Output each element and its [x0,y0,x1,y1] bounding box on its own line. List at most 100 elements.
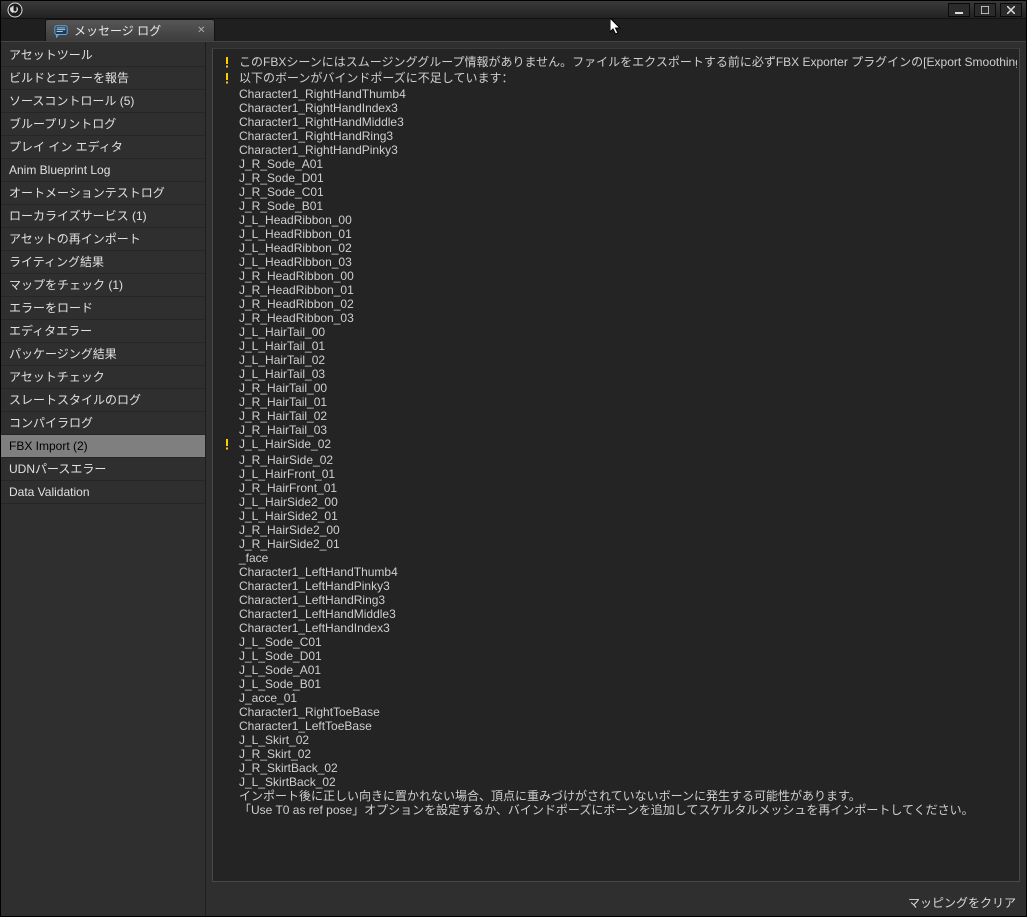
log-row[interactable]: Character1_RightToeBase [221,705,1017,719]
log-row[interactable]: J_R_HairFront_01 [221,481,1017,495]
log-row[interactable]: インポート後に正しい向きに置かれない場合、頂点に重みづけがされていないボーンに発… [221,789,1017,803]
log-text: J_R_Skirt_02 [239,747,311,761]
sidebar-item[interactable]: UDNパースエラー [1,458,205,481]
log-row[interactable]: Character1_LeftHandIndex3 [221,621,1017,635]
sidebar-item[interactable]: アセットチェック [1,366,205,389]
log-row[interactable]: J_L_Sode_A01 [221,663,1017,677]
sidebar-item[interactable]: パッケージング結果 [1,343,205,366]
footer: マッピングをクリア [206,888,1026,916]
log-text: J_R_HairSide_02 [239,453,333,467]
log-scroll[interactable]: このFBXシーンにはスムージンググループ情報がありません。ファイルをエクスポート… [215,51,1017,879]
log-row[interactable]: J_R_Sode_A01 [221,157,1017,171]
log-row[interactable]: J_L_HairTail_00 [221,325,1017,339]
log-row[interactable]: Character1_RightHandPinky3 [221,143,1017,157]
log-row[interactable]: J_R_HairSide2_01 [221,537,1017,551]
log-row[interactable]: Character1_LeftHandPinky3 [221,579,1017,593]
log-row[interactable]: Character1_RightHandRing3 [221,129,1017,143]
log-row[interactable]: J_R_HairTail_02 [221,409,1017,423]
sidebar-item[interactable]: ローカライズサービス (1) [1,205,205,228]
log-row[interactable]: J_L_Sode_B01 [221,677,1017,691]
log-row[interactable]: J_R_HairSide_02 [221,453,1017,467]
log-text: J_L_HeadRibbon_02 [239,241,352,255]
sidebar-item[interactable]: エラーをロード [1,297,205,320]
log-text: J_R_Sode_C01 [239,185,324,199]
sidebar-item[interactable]: FBX Import (2) [1,435,205,458]
sidebar-item[interactable]: ソースコントロール (5) [1,90,205,113]
log-row[interactable]: J_L_HeadRibbon_00 [221,213,1017,227]
log-row[interactable]: Character1_RightHandMiddle3 [221,115,1017,129]
log-text: Character1_RightHandThumb4 [239,87,406,101]
log-row[interactable]: J_L_HeadRibbon_02 [221,241,1017,255]
log-row[interactable]: Character1_LeftHandRing3 [221,593,1017,607]
log-row[interactable]: Character1_LeftHandThumb4 [221,565,1017,579]
sidebar-item[interactable]: プレイ イン エディタ [1,136,205,159]
sidebar-item[interactable]: アセットの再インポート [1,228,205,251]
sidebar-item[interactable]: ビルドとエラーを報告 [1,67,205,90]
log-row[interactable]: J_L_HairSide2_00 [221,495,1017,509]
clear-mapping-link[interactable]: マッピングをクリア [908,894,1016,911]
log-row[interactable]: J_R_SkirtBack_02 [221,761,1017,775]
sidebar-item[interactable]: Anim Blueprint Log [1,159,205,182]
sidebar-item[interactable]: マップをチェック (1) [1,274,205,297]
log-text: Character1_LeftHandPinky3 [239,579,390,593]
sidebar-item[interactable]: ライティング結果 [1,251,205,274]
sidebar-item-label: プレイ イン エディタ [9,140,123,154]
log-row[interactable]: Character1_LeftToeBase [221,719,1017,733]
log-row[interactable]: 「Use T0 as ref pose」オプションを設定するか、バインドポーズに… [221,803,1017,817]
log-row[interactable]: J_R_HairTail_00 [221,381,1017,395]
log-row[interactable]: J_L_HeadRibbon_03 [221,255,1017,269]
sidebar-item-label: エディタエラー [9,324,92,338]
log-row[interactable]: J_L_HairTail_02 [221,353,1017,367]
log-row[interactable]: J_R_HeadRibbon_02 [221,297,1017,311]
tab-message-log[interactable]: メッセージ ログ ✕ [45,19,215,41]
log-row[interactable]: J_L_SkirtBack_02 [221,775,1017,789]
log-row[interactable]: Character1_LeftHandMiddle3 [221,607,1017,621]
log-row[interactable]: J_R_Sode_C01 [221,185,1017,199]
sidebar-item[interactable]: コンパイラログ [1,412,205,435]
log-text: J_L_HairSide2_00 [239,495,338,509]
minimize-button[interactable] [948,3,970,17]
log-text: J_R_HairTail_03 [239,423,327,437]
warning-icon [221,438,233,450]
log-row[interactable]: J_R_HeadRibbon_00 [221,269,1017,283]
log-row[interactable]: J_R_HeadRibbon_01 [221,283,1017,297]
log-row[interactable]: J_acce_01 [221,691,1017,705]
tab-close-icon[interactable]: ✕ [197,25,205,36]
log-row[interactable]: J_R_HairTail_03 [221,423,1017,437]
log-row[interactable]: このFBXシーンにはスムージンググループ情報がありません。ファイルをエクスポート… [221,55,1017,71]
close-button[interactable] [1000,3,1022,17]
log-row[interactable]: J_R_Sode_D01 [221,171,1017,185]
log-row[interactable]: J_R_HairTail_01 [221,395,1017,409]
log-row[interactable]: Character1_RightHandThumb4 [221,87,1017,101]
sidebar-item[interactable]: ブループリントログ [1,113,205,136]
log-row[interactable]: J_R_Sode_B01 [221,199,1017,213]
log-text: J_R_HairSide2_00 [239,523,340,537]
sidebar-item[interactable]: オートメーションテストログ [1,182,205,205]
sidebar-item[interactable]: Data Validation [1,481,205,504]
log-row[interactable]: J_R_HairSide2_00 [221,523,1017,537]
sidebar-item-label: スレートスタイルのログ [9,393,141,407]
log-row[interactable]: J_L_HairTail_03 [221,367,1017,381]
maximize-button[interactable] [974,3,996,17]
category-sidebar[interactable]: アセットツールビルドとエラーを報告ソースコントロール (5)ブループリントログプ… [1,42,206,916]
sidebar-item[interactable]: エディタエラー [1,320,205,343]
sidebar-item-label: パッケージング結果 [9,347,117,361]
sidebar-item[interactable]: アセットツール [1,44,205,67]
sidebar-item[interactable]: スレートスタイルのログ [1,389,205,412]
log-row[interactable]: Character1_RightHandIndex3 [221,101,1017,115]
log-row[interactable]: 以下のボーンがバインドポーズに不足しています： [221,71,1017,87]
log-row[interactable]: _face [221,551,1017,565]
log-row[interactable]: J_R_HeadRibbon_03 [221,311,1017,325]
log-row[interactable]: J_L_Skirt_02 [221,733,1017,747]
log-text: Character1_LeftHandRing3 [239,593,385,607]
log-row[interactable]: J_L_HairSide_02 [221,437,1017,453]
log-row[interactable]: J_L_HairFront_01 [221,467,1017,481]
log-row[interactable]: J_L_Sode_D01 [221,649,1017,663]
log-row[interactable]: J_R_Skirt_02 [221,747,1017,761]
log-text: J_L_HairTail_01 [239,339,325,353]
log-row[interactable]: J_L_Sode_C01 [221,635,1017,649]
log-row[interactable]: J_L_HeadRibbon_01 [221,227,1017,241]
sidebar-item-label: エラーをロード [9,301,93,315]
log-row[interactable]: J_L_HairSide2_01 [221,509,1017,523]
log-row[interactable]: J_L_HairTail_01 [221,339,1017,353]
